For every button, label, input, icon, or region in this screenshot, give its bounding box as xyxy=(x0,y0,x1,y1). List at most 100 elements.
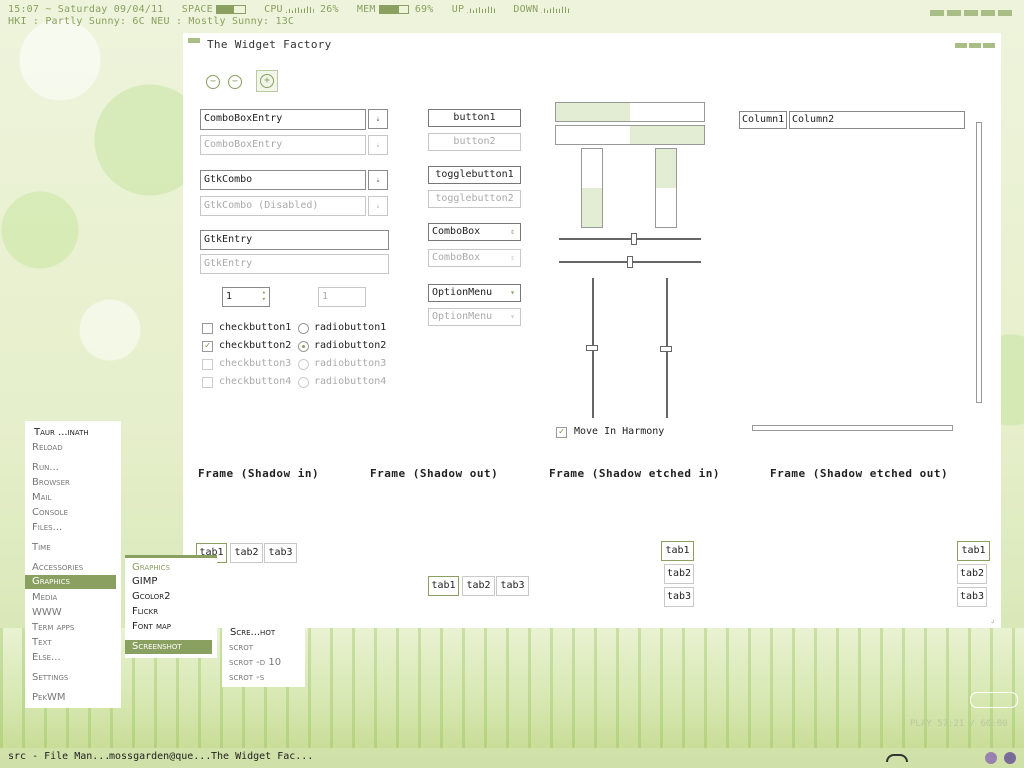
tab-left-1[interactable]: tab1 xyxy=(661,541,694,561)
gtkcombo-input[interactable]: GtkCombo xyxy=(200,170,366,190)
submenu-item-gcolor2[interactable]: Gcolor2 xyxy=(132,591,171,602)
graphics-submenu: Graphics GIMP Gcolor2 Flickr Font map Sc… xyxy=(125,555,217,658)
comboboxentry-input[interactable]: ComboBoxEntry xyxy=(200,109,366,130)
progressbar-v2 xyxy=(655,148,677,228)
gtkentry-input[interactable]: GtkEntry xyxy=(200,230,389,250)
tab-right-1[interactable]: tab1 xyxy=(957,541,990,561)
task-file-manager[interactable]: src - File Man... xyxy=(8,751,110,762)
tab-right-3[interactable]: tab3 xyxy=(957,587,987,607)
gtkcombo-disabled-dropdown: ⇣ xyxy=(368,196,388,216)
comboboxentry-disabled-dropdown: ⇣ xyxy=(368,135,388,155)
optionmenu[interactable]: OptionMenu ▾ xyxy=(428,284,521,302)
window-title: The Widget Factory xyxy=(207,38,332,51)
submenu-item-flickr[interactable]: Flickr xyxy=(132,606,158,617)
close-icon xyxy=(983,43,995,48)
radiobutton4-circle xyxy=(298,377,309,388)
vscale1-thumb[interactable] xyxy=(586,345,598,351)
hscale1-thumb[interactable] xyxy=(631,233,637,245)
tree-horizontal-scrollbar[interactable] xyxy=(752,425,953,431)
menu-item-text[interactable]: Text xyxy=(32,637,51,648)
submenu-item-gimp[interactable]: GIMP xyxy=(132,576,157,587)
minimize-icon xyxy=(955,43,967,48)
menu-item-reload[interactable]: Reload xyxy=(32,442,63,453)
checkbutton3-box xyxy=(202,359,213,370)
task-widget-factory[interactable]: The Widget Fac... xyxy=(211,751,313,762)
checkbutton1-label[interactable]: checkbutton1 xyxy=(219,322,291,333)
cpu-meter: CPU 26% xyxy=(264,4,339,15)
radiobutton1-circle[interactable] xyxy=(298,323,309,334)
menu-item-term-apps[interactable]: Term apps xyxy=(32,622,74,633)
menu-item-media[interactable]: Media xyxy=(32,592,57,603)
subsubmenu-item-scrot-select[interactable]: scrot -s xyxy=(229,672,264,683)
menu-item-mail[interactable]: Mail xyxy=(32,492,51,503)
add-button[interactable]: + xyxy=(256,70,278,92)
menu-item-www[interactable]: WWW xyxy=(32,607,62,618)
checkbutton1-box[interactable] xyxy=(202,323,213,334)
menu-item-graphics[interactable]: Graphics xyxy=(25,575,116,589)
tab-top-3[interactable]: tab3 xyxy=(264,543,297,563)
tab-bottom-2[interactable]: tab2 xyxy=(462,576,495,596)
tab-bottom-3[interactable]: tab3 xyxy=(496,576,529,596)
resize-grip-icon[interactable]: ⌟ xyxy=(990,615,995,624)
tray-icon[interactable] xyxy=(1004,752,1016,764)
tree-column2-header[interactable]: Column2 xyxy=(789,111,965,129)
up-meter: UP xyxy=(452,4,496,15)
harmony-checkbox[interactable]: ✓ xyxy=(556,427,567,438)
menu-item-accessories[interactable]: Accessories xyxy=(32,562,83,573)
tree-vertical-scrollbar[interactable] xyxy=(976,122,982,403)
menu-item-files[interactable]: Files... xyxy=(32,522,62,533)
tree-column1-header[interactable]: Column1 xyxy=(739,111,787,129)
frame-shadow-etched-in-title: Frame (Shadow etched in) xyxy=(549,467,720,480)
checkbutton2-box[interactable]: ✓ xyxy=(202,341,213,352)
subsubmenu-item-scrot-delay[interactable]: scrot -d 10 xyxy=(229,657,281,668)
player-control-icon[interactable] xyxy=(970,692,1018,708)
menu-item-else[interactable]: Else... xyxy=(32,652,61,663)
button2: button2 xyxy=(428,133,521,151)
spinbutton[interactable]: 1 ▴ ▾ xyxy=(222,287,270,307)
spinbutton-disabled: 1 xyxy=(318,287,366,307)
root-menu: Taur ...inath Reload Run... Browser Mail… xyxy=(25,421,121,708)
submenu-title: Graphics xyxy=(132,562,170,573)
vscale2-thumb[interactable] xyxy=(660,346,672,352)
tab-left-3[interactable]: tab3 xyxy=(664,587,694,607)
submenu-item-font-map[interactable]: Font map xyxy=(132,621,171,632)
tab-top-2[interactable]: tab2 xyxy=(230,543,263,563)
window-controls[interactable] xyxy=(953,38,995,51)
harmony-label[interactable]: Move In Harmony xyxy=(574,426,664,437)
menu-item-settings[interactable]: Settings xyxy=(32,672,68,683)
button1[interactable]: button1 xyxy=(428,109,521,127)
wifi-icon[interactable] xyxy=(886,754,908,762)
mem-meter: MEM 69% xyxy=(356,4,434,15)
down-meter: DOWN xyxy=(513,4,570,15)
checkbutton2-label[interactable]: checkbutton2 xyxy=(219,340,291,351)
window-menu-icon[interactable] xyxy=(188,38,200,43)
tab-right-2[interactable]: tab2 xyxy=(957,564,987,584)
gtkentry-disabled: GtkEntry xyxy=(200,254,389,274)
ghost-icon[interactable] xyxy=(985,752,997,764)
hscale2-thumb[interactable] xyxy=(627,256,633,268)
checkbutton4-label: checkbutton4 xyxy=(219,376,292,387)
subsubmenu-item-scrot[interactable]: scrot xyxy=(229,642,253,653)
menu-item-browser[interactable]: Browser xyxy=(32,477,70,488)
menu-item-time[interactable]: Time xyxy=(32,542,51,553)
menu-item-console[interactable]: Console xyxy=(32,507,68,518)
combobox[interactable]: ComboBox ⇕ xyxy=(428,223,521,241)
menu-item-pekwm[interactable]: PekWM xyxy=(32,692,66,703)
tab-left-2[interactable]: tab2 xyxy=(664,564,694,584)
radiobutton1-label[interactable]: radiobutton1 xyxy=(314,322,386,333)
comboboxentry-dropdown[interactable]: ⇣ xyxy=(368,109,388,129)
radiobutton2-label[interactable]: radiobutton2 xyxy=(314,340,386,351)
task-terminal[interactable]: mossgarden@que... xyxy=(109,751,211,762)
tab-bottom-1[interactable]: tab1 xyxy=(428,576,459,596)
menu-item-title[interactable]: Taur ...inath xyxy=(34,427,89,438)
menu-item-run[interactable]: Run... xyxy=(32,462,59,473)
togglebutton1[interactable]: togglebutton1 xyxy=(428,166,521,184)
submenu-item-screenshot[interactable]: Screenshot xyxy=(125,640,212,654)
radiobutton2-circle[interactable] xyxy=(298,341,309,352)
workspace-indicators[interactable] xyxy=(927,6,1012,19)
radiobutton3-circle xyxy=(298,359,309,370)
gtkcombo-dropdown[interactable]: ⇣ xyxy=(368,170,388,190)
back-icon[interactable]: − xyxy=(206,75,220,89)
hscale1-trough[interactable] xyxy=(559,238,701,240)
forward-icon[interactable]: − xyxy=(228,75,242,89)
